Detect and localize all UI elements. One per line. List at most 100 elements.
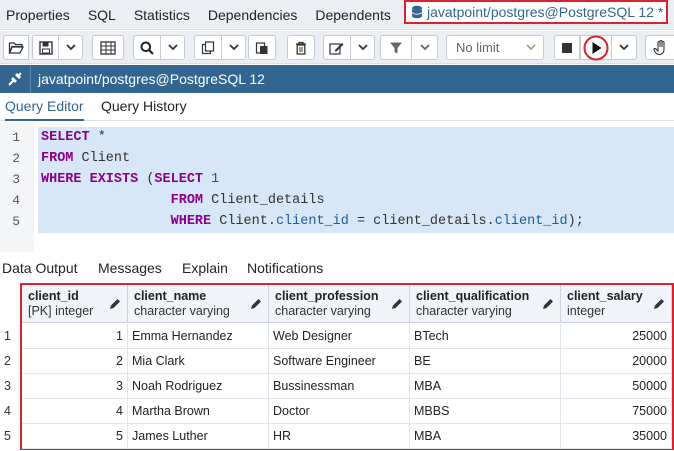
tab-data-output[interactable]: Data Output bbox=[2, 255, 78, 281]
pencil-icon[interactable] bbox=[250, 298, 262, 310]
pencil-icon[interactable] bbox=[653, 298, 665, 310]
table-cell[interactable]: 5 bbox=[22, 424, 128, 449]
table-cell[interactable]: BTech bbox=[410, 324, 561, 349]
column-name: client_salary bbox=[567, 289, 643, 303]
query-tool-tab-label: javatpoint/postgres@PostgreSQL 12 * bbox=[427, 4, 664, 20]
sql-text: * bbox=[89, 130, 106, 145]
column-header[interactable]: client_profession character varying bbox=[269, 285, 410, 323]
column-header[interactable]: client_qualification character varying bbox=[410, 285, 561, 323]
tab-notifications[interactable]: Notifications bbox=[247, 255, 323, 281]
table-cell[interactable]: HR bbox=[269, 424, 410, 449]
table-cell[interactable]: Software Engineer bbox=[269, 349, 410, 374]
column-type: character varying bbox=[134, 304, 230, 318]
tab-query-editor[interactable]: Query Editor bbox=[5, 93, 84, 121]
copy-icon bbox=[201, 40, 215, 54]
query-toolbar: No limit bbox=[0, 31, 674, 64]
column-type: character varying bbox=[275, 304, 371, 318]
editor-tabs: Query Editor Query History bbox=[0, 93, 674, 121]
macros-button[interactable] bbox=[645, 35, 674, 60]
chevron-down-icon bbox=[167, 44, 178, 51]
table-cell[interactable]: 4 bbox=[22, 399, 128, 424]
sql-number: 1 bbox=[211, 172, 220, 187]
table-cell[interactable]: 20000 bbox=[561, 349, 672, 374]
paste-button[interactable] bbox=[248, 35, 276, 60]
table-cell[interactable]: James Luther bbox=[128, 424, 269, 449]
edit-button[interactable] bbox=[323, 35, 351, 60]
sql-text: ( bbox=[138, 172, 155, 187]
title-separator bbox=[30, 65, 31, 93]
table-icon bbox=[100, 40, 116, 55]
table-cell[interactable]: 50000 bbox=[561, 374, 672, 399]
sql-keyword: FROM bbox=[170, 193, 204, 208]
column-name: client_qualification bbox=[416, 289, 530, 303]
table-cell[interactable]: 3 bbox=[22, 374, 128, 399]
edit-data-button[interactable] bbox=[92, 35, 124, 60]
tab-explain[interactable]: Explain bbox=[182, 255, 228, 281]
line-number: 5 bbox=[12, 214, 20, 229]
column-name: client_profession bbox=[275, 289, 379, 303]
table-cell[interactable]: Mia Clark bbox=[128, 349, 269, 374]
table-cell[interactable]: Bussinessman bbox=[269, 374, 410, 399]
table-cell[interactable]: Noah Rodriguez bbox=[128, 374, 269, 399]
table-cell[interactable]: BE bbox=[410, 349, 561, 374]
tab-query-history[interactable]: Query History bbox=[101, 93, 187, 121]
tab-properties[interactable]: Properties bbox=[0, 0, 79, 30]
table-cell[interactable]: Martha Brown bbox=[128, 399, 269, 424]
filter-button[interactable] bbox=[380, 35, 412, 60]
table-cell[interactable]: 75000 bbox=[561, 399, 672, 424]
sql-text: Client. bbox=[211, 214, 276, 229]
save-dropdown-button[interactable] bbox=[59, 35, 83, 60]
pencil-icon[interactable] bbox=[391, 298, 403, 310]
paste-icon bbox=[255, 41, 268, 54]
table-cell[interactable]: MBBS bbox=[410, 399, 561, 424]
column-type: integer bbox=[567, 304, 606, 318]
sql-editor[interactable]: 1 SELECT * 2 FROM Client 3 WHERE EXISTS (SELE… bbox=[0, 122, 674, 252]
row-number[interactable]: 1 bbox=[0, 324, 20, 349]
pencil-icon[interactable] bbox=[109, 298, 121, 310]
row-number[interactable]: 3 bbox=[0, 374, 20, 399]
table-cell[interactable]: 2 bbox=[22, 349, 128, 374]
code-line: WHERE EXISTS (SELECT 1 bbox=[41, 169, 219, 190]
tab-statistics[interactable]: Statistics bbox=[125, 0, 199, 30]
row-number[interactable]: 5 bbox=[0, 424, 20, 449]
sql-keyword: SELECT bbox=[41, 130, 90, 145]
copy-button[interactable] bbox=[194, 35, 222, 60]
table-cell[interactable]: MBA bbox=[410, 424, 561, 449]
table-cell[interactable]: MBA bbox=[410, 374, 561, 399]
trash-icon bbox=[296, 41, 306, 55]
table-cell[interactable]: Doctor bbox=[269, 399, 410, 424]
column-header[interactable]: client_id [PK] integer bbox=[22, 285, 128, 323]
tab-sql[interactable]: SQL bbox=[79, 0, 125, 30]
tab-dependents[interactable]: Dependents bbox=[306, 0, 400, 30]
column-header[interactable]: client_salary integer bbox=[561, 285, 672, 323]
tab-dependencies[interactable]: Dependencies bbox=[199, 0, 307, 30]
row-number[interactable]: 4 bbox=[0, 399, 20, 424]
copy-dropdown-button[interactable] bbox=[222, 35, 246, 60]
execute-button[interactable] bbox=[580, 35, 612, 60]
table-cell[interactable]: 1 bbox=[22, 324, 128, 349]
table-cell[interactable]: Emma Hernandez bbox=[128, 324, 269, 349]
find-dropdown-button[interactable] bbox=[161, 35, 185, 60]
tab-messages[interactable]: Messages bbox=[98, 255, 162, 281]
column-header[interactable]: client_name character varying bbox=[128, 285, 269, 323]
row-limit-select[interactable]: No limit bbox=[446, 35, 544, 60]
row-number[interactable]: 2 bbox=[0, 349, 20, 374]
table-cell[interactable]: Web Designer bbox=[269, 324, 410, 349]
chevron-down-icon bbox=[357, 44, 368, 51]
table-cell[interactable]: 35000 bbox=[561, 424, 672, 449]
execute-dropdown-button[interactable] bbox=[612, 35, 637, 60]
table-cell[interactable]: 25000 bbox=[561, 324, 672, 349]
pencil-icon[interactable] bbox=[542, 298, 554, 310]
connection-icon-wrapper[interactable] bbox=[0, 65, 30, 93]
open-file-button[interactable] bbox=[3, 35, 29, 60]
tab-query-tool[interactable]: javatpoint/postgres@PostgreSQL 12 * bbox=[404, 0, 668, 24]
code-line: WHERE Client.client_id = client_details.… bbox=[41, 211, 584, 232]
filter-dropdown-button[interactable] bbox=[412, 35, 438, 60]
save-button[interactable] bbox=[32, 35, 59, 60]
edit-dropdown-button[interactable] bbox=[351, 35, 375, 60]
find-button[interactable] bbox=[133, 35, 161, 60]
delete-button[interactable] bbox=[287, 35, 315, 60]
stop-button[interactable] bbox=[554, 35, 580, 60]
